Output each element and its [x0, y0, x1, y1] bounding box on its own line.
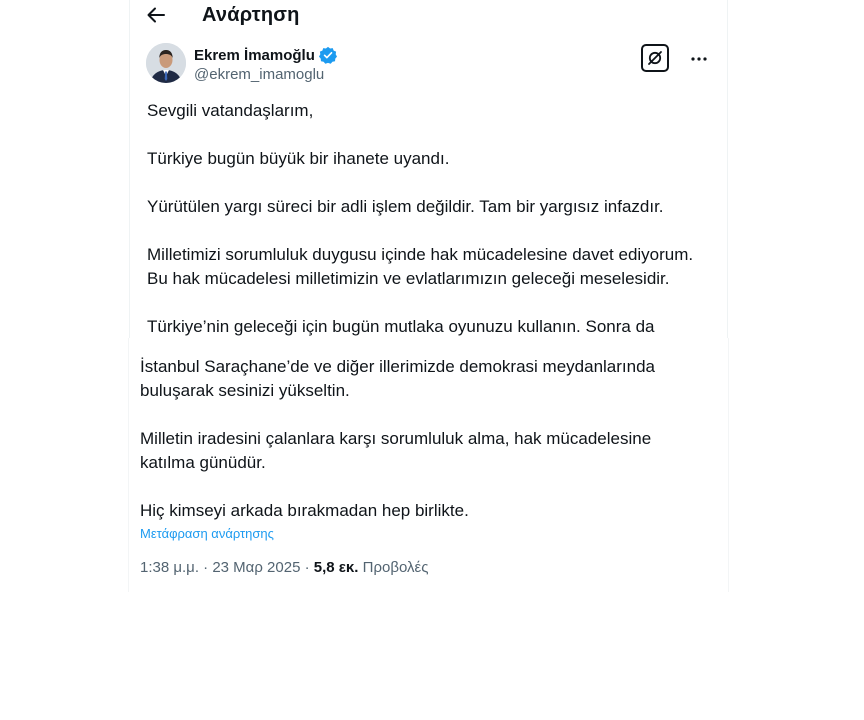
- meta-separator: ·: [203, 559, 209, 576]
- author-name[interactable]: Ekrem İmamoğlu: [194, 47, 315, 64]
- grok-icon: [648, 51, 662, 65]
- more-dots-icon: [691, 57, 707, 61]
- post-paragraph: İstanbul Saraçhane’de ve diğer illerimiz…: [140, 357, 655, 376]
- grok-button[interactable]: [641, 44, 669, 72]
- post-time[interactable]: 1:38 μ.μ.: [140, 559, 199, 576]
- post-text-top: Sevgili vatandaşlarım, Türkiye bugün büy…: [147, 99, 715, 363]
- verified-badge-icon: [318, 46, 337, 64]
- back-button[interactable]: [145, 4, 167, 26]
- more-button[interactable]: [687, 47, 711, 71]
- author-name-row: Ekrem İmamoğlu: [194, 46, 337, 64]
- post-paragraph: Sevgili vatandaşlarım,: [147, 101, 314, 120]
- post-text-bottom: İstanbul Saraçhane’de ve diğer illerimiz…: [140, 355, 716, 523]
- page-title: Ανάρτηση: [202, 4, 300, 26]
- post-paragraph: Türkiye’nin geleceği için bugün mutlaka …: [147, 317, 655, 336]
- post-panel-top: Ανάρτηση Ekrem İmamoğlu @ekrem_imamoglu …: [129, 0, 728, 338]
- post-panel-bottom: İstanbul Saraçhane’de ve diğer illerimiz…: [128, 338, 729, 592]
- views-count[interactable]: 5,8 εκ.: [314, 559, 359, 576]
- post-meta: 1:38 μ.μ. · 23 Μαρ 2025 · 5,8 εκ. Προβολ…: [140, 559, 428, 576]
- post-paragraph: Bu hak mücadelesi milletimizin ve evlatl…: [147, 269, 670, 288]
- post-paragraph: Türkiye bugün büyük bir ihanete uyandı.: [147, 149, 450, 168]
- post-date[interactable]: 23 Μαρ 2025: [212, 559, 300, 576]
- author-handle[interactable]: @ekrem_imamoglu: [194, 66, 324, 83]
- avatar-portrait: [146, 43, 186, 83]
- post-paragraph: Milletin iradesini çalanlara karşı sorum…: [140, 429, 652, 448]
- post-header: Ανάρτηση: [130, 0, 727, 34]
- post-paragraph: Yürütülen yargı süreci bir adli işlem de…: [147, 197, 664, 216]
- post-paragraph: buluşarak sesinizi yükseltin.: [140, 381, 350, 400]
- arrow-left-icon: [147, 7, 165, 23]
- translate-post-link[interactable]: Μετάφραση ανάρτησης: [140, 526, 274, 541]
- page: Ανάρτηση Ekrem İmamoğlu @ekrem_imamoglu …: [0, 0, 864, 720]
- post-paragraph: Hiç kimseyi arkada bırakmadan hep birlik…: [140, 501, 469, 520]
- post-paragraph: Milletimizi sorumluluk duygusu içinde ha…: [147, 245, 694, 264]
- post-paragraph: katılma günüdür.: [140, 453, 266, 472]
- meta-separator: ·: [304, 559, 310, 576]
- avatar[interactable]: [146, 43, 186, 83]
- author-block: Ekrem İmamoğlu @ekrem_imamoglu: [146, 43, 711, 87]
- views-label: Προβολές: [362, 559, 429, 576]
